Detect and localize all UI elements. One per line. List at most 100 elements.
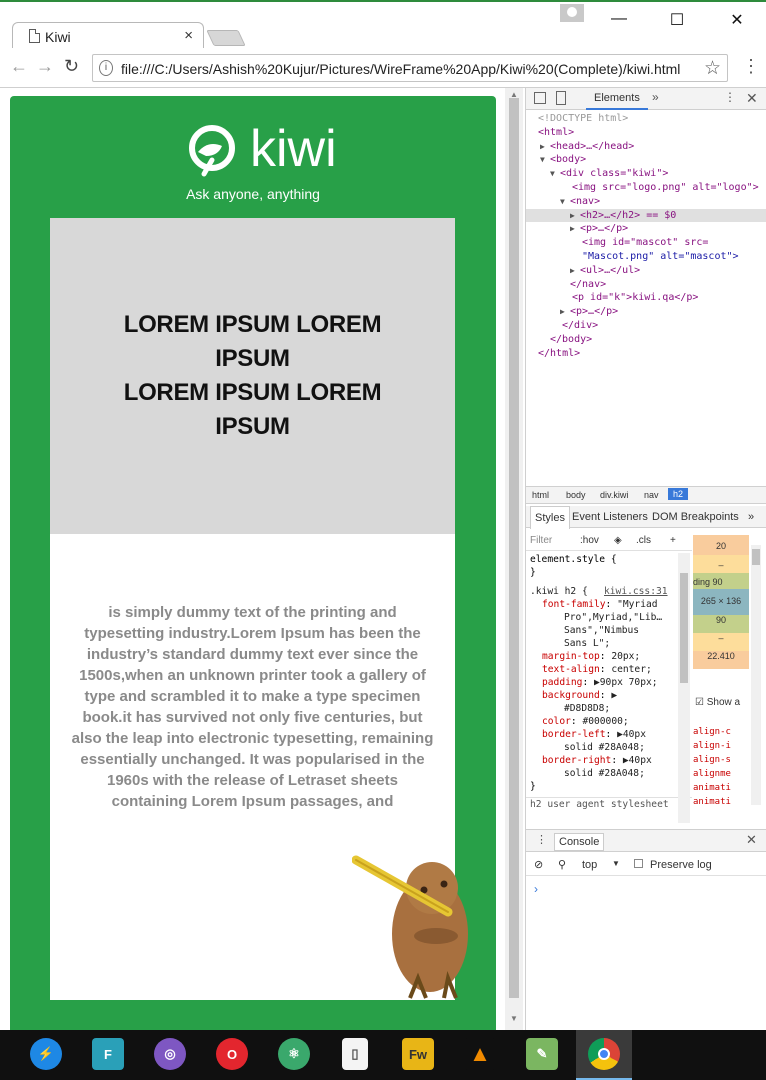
css-declaration[interactable]: Sans L"; bbox=[526, 637, 692, 650]
atom-app-icon[interactable]: ⚛ bbox=[278, 1038, 310, 1070]
dom-node[interactable]: <img id="mascot" src= bbox=[526, 236, 766, 250]
css-declaration[interactable]: solid #28A048; bbox=[526, 767, 692, 780]
dom-node[interactable]: <p id="k">kiwi.qa</p> bbox=[526, 291, 766, 305]
computed-item[interactable]: alignme bbox=[693, 767, 749, 781]
tab-styles[interactable]: Styles bbox=[530, 506, 570, 529]
filter-icon[interactable]: ⚲ bbox=[558, 858, 566, 871]
rule-source-link[interactable]: kiwi.css:31 bbox=[604, 585, 668, 598]
css-declaration[interactable]: border-left: ▶40px bbox=[526, 728, 692, 741]
crumb-h2[interactable]: h2 bbox=[668, 488, 689, 500]
browser-menu-icon[interactable]: ⋮ bbox=[742, 56, 760, 77]
css-declaration[interactable]: Sans","Nimbus bbox=[526, 624, 692, 637]
dom-node[interactable]: </html> bbox=[526, 347, 766, 361]
css-declaration[interactable]: font-family: "Myriad bbox=[526, 598, 692, 611]
dom-node[interactable]: ▶ <p>…</p> bbox=[526, 305, 766, 319]
chrome-app-icon[interactable] bbox=[588, 1038, 620, 1070]
more-subtabs-icon[interactable]: » bbox=[748, 511, 754, 523]
crumb-body[interactable]: body bbox=[566, 490, 586, 500]
bm-margin-bottom[interactable]: 22.410 bbox=[693, 651, 749, 661]
cls-toggle[interactable]: .cls bbox=[636, 534, 651, 547]
file-app-icon[interactable]: ▯ bbox=[342, 1038, 368, 1070]
dom-node[interactable]: <!DOCTYPE html> bbox=[526, 112, 766, 126]
computed-item[interactable]: align-c bbox=[693, 725, 749, 739]
tab-dom-breakpoints[interactable]: DOM Breakpoints bbox=[652, 511, 739, 523]
minimize-button[interactable]: — bbox=[596, 10, 642, 28]
vlc-app-icon[interactable]: ▲ bbox=[464, 1038, 496, 1070]
dom-node[interactable]: ▼ <nav> bbox=[526, 195, 766, 209]
dom-tree[interactable]: <!DOCTYPE html> <html> ▶ <head>…</head> ▼… bbox=[526, 112, 766, 360]
crumb-nav[interactable]: nav bbox=[644, 490, 659, 500]
css-declaration[interactable]: background: ▶ bbox=[526, 689, 692, 702]
styles-scrollbar[interactable] bbox=[678, 553, 690, 823]
info-icon[interactable]: i bbox=[99, 60, 113, 76]
bm-border-bottom[interactable]: – bbox=[693, 633, 749, 643]
dom-node[interactable]: <img src="logo.png" alt="logo"> bbox=[526, 181, 766, 195]
new-tab-button[interactable] bbox=[206, 30, 246, 46]
dom-node[interactable]: ▼ <body> bbox=[526, 153, 766, 167]
forward-button[interactable]: → bbox=[36, 56, 54, 77]
bm-margin-top[interactable]: 20 bbox=[693, 541, 749, 551]
f-app-icon[interactable]: F bbox=[92, 1038, 124, 1070]
css-declaration[interactable]: #D8D8D8; bbox=[526, 702, 692, 715]
more-tabs-icon[interactable]: » bbox=[652, 90, 659, 104]
element-style-rule[interactable]: element.style { bbox=[526, 553, 692, 566]
hov-toggle[interactable]: :hov bbox=[580, 534, 599, 547]
bookmark-star-icon[interactable]: ☆ bbox=[704, 57, 721, 80]
crumb-html[interactable]: html bbox=[532, 490, 549, 500]
computed-item[interactable]: animati bbox=[693, 781, 749, 795]
maximize-button[interactable]: ☐ bbox=[654, 10, 700, 30]
back-button[interactable]: ← bbox=[10, 56, 28, 77]
css-declaration[interactable]: solid #28A048; bbox=[526, 741, 692, 754]
css-declaration[interactable]: text-align: center; bbox=[526, 663, 692, 676]
profile-icon[interactable] bbox=[560, 4, 584, 22]
lightning-app-icon[interactable]: ⚡ bbox=[30, 1038, 62, 1070]
computed-item[interactable]: align-i bbox=[693, 739, 749, 753]
chevron-down-icon[interactable]: ▼ bbox=[612, 859, 620, 868]
devtools-menu-icon[interactable]: ⋮ bbox=[724, 90, 736, 104]
address-bar[interactable]: i file:///C:/Users/Ashish%20Kujur/Pictur… bbox=[92, 54, 728, 82]
computed-item[interactable]: align-s bbox=[693, 753, 749, 767]
dom-node[interactable]: ▶ <head>…</head> bbox=[526, 140, 766, 154]
new-rule-icon[interactable]: + bbox=[670, 534, 676, 547]
scroll-down-icon[interactable]: ▼ bbox=[510, 1014, 518, 1023]
show-all-checkbox[interactable]: ☑ Show a bbox=[695, 697, 751, 708]
close-window-button[interactable]: ✕ bbox=[714, 10, 760, 30]
clear-console-icon[interactable]: ⊘ bbox=[534, 858, 543, 871]
browser-tab[interactable]: Kiwi × bbox=[12, 22, 204, 50]
css-declaration[interactable]: padding: ▶90px 70px; bbox=[526, 676, 692, 689]
fireworks-app-icon[interactable]: Fw bbox=[402, 1038, 434, 1070]
opera-app-icon[interactable]: O bbox=[216, 1038, 248, 1070]
dom-node[interactable]: <html> bbox=[526, 126, 766, 140]
dom-node[interactable]: ▼ <div class="kiwi"> bbox=[526, 167, 766, 181]
box-model-scrollbar[interactable] bbox=[751, 545, 761, 805]
tab-console[interactable]: Console bbox=[554, 833, 605, 851]
preserve-log-checkbox[interactable] bbox=[634, 859, 643, 868]
scrollbar-thumb[interactable] bbox=[509, 98, 519, 998]
bm-border-top[interactable]: – bbox=[693, 560, 749, 570]
bm-padding-bottom[interactable]: 90 bbox=[693, 615, 749, 625]
crumb-div-kiwi[interactable]: div.kiwi bbox=[600, 490, 628, 500]
dom-node[interactable]: ▶ <p>…</p> bbox=[526, 222, 766, 236]
dom-node[interactable]: ▶ <ul>…</ul> bbox=[526, 264, 766, 278]
tor-app-icon[interactable]: ◎ bbox=[154, 1038, 186, 1070]
dom-node[interactable]: "Mascot.png" alt="mascot"> bbox=[526, 250, 766, 264]
notepad-app-icon[interactable]: ✎ bbox=[526, 1038, 558, 1070]
dom-node[interactable]: </body> bbox=[526, 333, 766, 347]
drawer-close-icon[interactable]: ✕ bbox=[746, 832, 757, 848]
bm-content-size[interactable]: 265 × 136 bbox=[693, 596, 749, 606]
console-prompt[interactable]: › bbox=[534, 882, 538, 896]
drawer-menu-icon[interactable]: ⋮ bbox=[536, 833, 547, 846]
page-scrollbar[interactable]: ▲ ▼ bbox=[505, 88, 523, 1030]
dom-node-selected[interactable]: ▶ <h2>…</h2> == $0 bbox=[526, 208, 766, 223]
tab-elements[interactable]: Elements bbox=[586, 88, 648, 110]
css-rule-header[interactable]: .kiwi h2 { kiwi.css:31 bbox=[526, 585, 692, 598]
device-toolbar-icon[interactable] bbox=[556, 91, 566, 105]
styles-filter-input[interactable]: Filter bbox=[530, 534, 552, 547]
css-declaration[interactable]: border-right: ▶40px bbox=[526, 754, 692, 767]
reload-button[interactable]: ↻ bbox=[64, 56, 79, 77]
bm-padding-top[interactable]: ding 90 bbox=[693, 577, 749, 587]
css-declaration[interactable]: Pro",Myriad,"Lib… bbox=[526, 611, 692, 624]
context-select[interactable]: top bbox=[582, 859, 597, 871]
tab-close-icon[interactable]: × bbox=[184, 27, 193, 44]
css-declaration[interactable]: margin-top: 20px; bbox=[526, 650, 692, 663]
